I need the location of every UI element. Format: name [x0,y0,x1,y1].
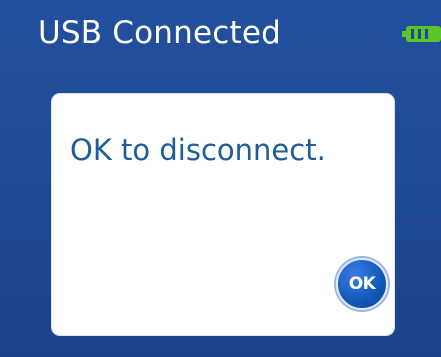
dialog-message: OK to disconnect. [70,133,326,167]
disconnect-dialog: OK to disconnect. OK [51,93,395,336]
battery-icon [402,26,441,42]
usb-connected-screen: USB Connected OK to disconnect. OK [0,0,441,357]
screen-title: USB Connected [38,15,282,51]
ok-button[interactable]: OK [336,258,388,310]
